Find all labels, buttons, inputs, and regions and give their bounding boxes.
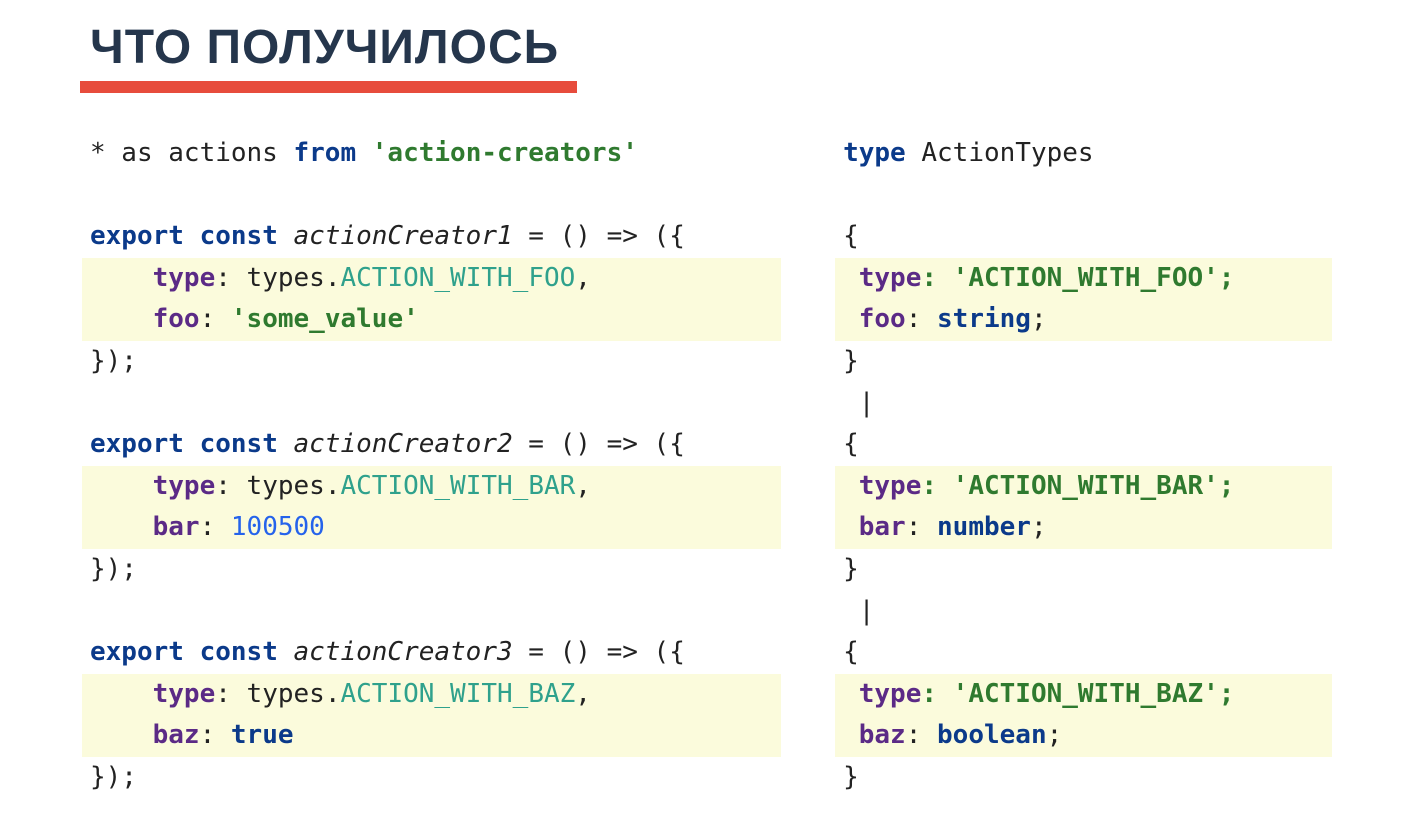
fn1-close: }); <box>90 346 137 376</box>
t2-type-val: : 'ACTION_WITH_BAR'; <box>921 471 1234 501</box>
slide-title: ЧТО ПОЛУЧИЛОСЬ <box>90 20 559 75</box>
t2-payload-type: number <box>937 512 1031 542</box>
t1-highlight: type: 'ACTION_WITH_FOO'; foo: string; <box>835 258 1332 341</box>
t3-payload-type: boolean <box>937 720 1047 750</box>
t2-highlight: type: 'ACTION_WITH_BAR'; bar: number; <box>835 466 1332 549</box>
fn3-type-val: ACTION_WITH_BAZ <box>340 679 575 709</box>
t1-payload-sep: : <box>906 304 937 334</box>
from-keyword: from <box>294 138 357 168</box>
t3-payload-sep: : <box>906 720 937 750</box>
t1-open: { <box>843 221 859 251</box>
t2-payload-sep: : <box>906 512 937 542</box>
fn3-payload-colon: : <box>200 720 231 750</box>
pipe2: | <box>843 596 874 626</box>
t1-payload-type: string <box>937 304 1031 334</box>
t3-highlight: type: 'ACTION_WITH_BAZ'; baz: boolean; <box>835 674 1332 757</box>
fn1-const: const <box>184 221 278 251</box>
fn1-types-prefix: : types. <box>215 263 340 293</box>
fn2-close: }); <box>90 554 137 584</box>
fn1-payload-prop: foo <box>153 304 200 334</box>
fn2-body-highlight: type: types.ACTION_WITH_BAR, bar: 100500 <box>82 466 781 549</box>
fn3-const: const <box>184 637 278 667</box>
fn3-comma: , <box>575 679 591 709</box>
t3-payload-end: ; <box>1047 720 1063 750</box>
t3-close: } <box>843 762 859 792</box>
fn3-name: actionCreator3 <box>278 637 513 667</box>
t3-type-val: : 'ACTION_WITH_BAZ'; <box>921 679 1234 709</box>
fn1-comma: , <box>575 263 591 293</box>
pipe1: | <box>843 388 874 418</box>
title-underline: ЧТО ПОЛУЧИЛОСЬ <box>80 20 577 93</box>
t2-open: { <box>843 429 859 459</box>
fn2-payload-val: 100500 <box>231 512 325 542</box>
fn2-arrow: = () => ({ <box>513 429 685 459</box>
fn3-body-highlight: type: types.ACTION_WITH_BAZ, baz: true <box>82 674 781 757</box>
t3-type-prop: type <box>859 679 922 709</box>
type-keyword: type <box>843 138 906 168</box>
code-right: type ActionTypes { type: 'ACTION_WITH_FO… <box>843 133 1332 799</box>
t1-payload-prop: foo <box>859 304 906 334</box>
fn2-type-prop: type <box>153 471 216 501</box>
fn3-close: }); <box>90 762 137 792</box>
columns: * as actions from 'action-creators' expo… <box>90 133 1332 799</box>
t2-type-prop: type <box>859 471 922 501</box>
fn1-payload-colon: : <box>200 304 231 334</box>
import-star: * as actions <box>90 138 294 168</box>
slide: ЧТО ПОЛУЧИЛОСЬ * as actions from 'action… <box>0 0 1422 839</box>
t2-payload-prop: bar <box>859 512 906 542</box>
t1-type-val: : 'ACTION_WITH_FOO'; <box>921 263 1234 293</box>
import-module: 'action-creators' <box>356 138 638 168</box>
fn1-type-val: ACTION_WITH_FOO <box>340 263 575 293</box>
fn2-payload-prop: bar <box>153 512 200 542</box>
t1-payload-end: ; <box>1031 304 1047 334</box>
fn1-arrow: = () => ({ <box>513 221 685 251</box>
t3-open: { <box>843 637 859 667</box>
fn1-payload-val: 'some_value' <box>231 304 419 334</box>
fn3-payload-val: true <box>231 720 294 750</box>
t3-payload-prop: baz <box>859 720 906 750</box>
fn1-type-prop: type <box>153 263 216 293</box>
fn3-export: export <box>90 637 184 667</box>
fn1-body-highlight: type: types.ACTION_WITH_FOO, foo: 'some_… <box>82 258 781 341</box>
fn2-export: export <box>90 429 184 459</box>
fn2-const: const <box>184 429 278 459</box>
type-name: ActionTypes <box>906 138 1094 168</box>
fn1-name: actionCreator1 <box>278 221 513 251</box>
fn2-type-val: ACTION_WITH_BAR <box>340 471 575 501</box>
code-left: * as actions from 'action-creators' expo… <box>90 133 773 799</box>
t2-close: } <box>843 554 859 584</box>
t2-payload-end: ; <box>1031 512 1047 542</box>
fn3-types-prefix: : types. <box>215 679 340 709</box>
t1-type-prop: type <box>859 263 922 293</box>
fn2-payload-colon: : <box>200 512 231 542</box>
fn2-types-prefix: : types. <box>215 471 340 501</box>
fn3-payload-prop: baz <box>153 720 200 750</box>
fn1-export: export <box>90 221 184 251</box>
fn3-arrow: = () => ({ <box>513 637 685 667</box>
fn2-comma: , <box>575 471 591 501</box>
fn2-name: actionCreator2 <box>278 429 513 459</box>
fn3-type-prop: type <box>153 679 216 709</box>
t1-close: } <box>843 346 859 376</box>
